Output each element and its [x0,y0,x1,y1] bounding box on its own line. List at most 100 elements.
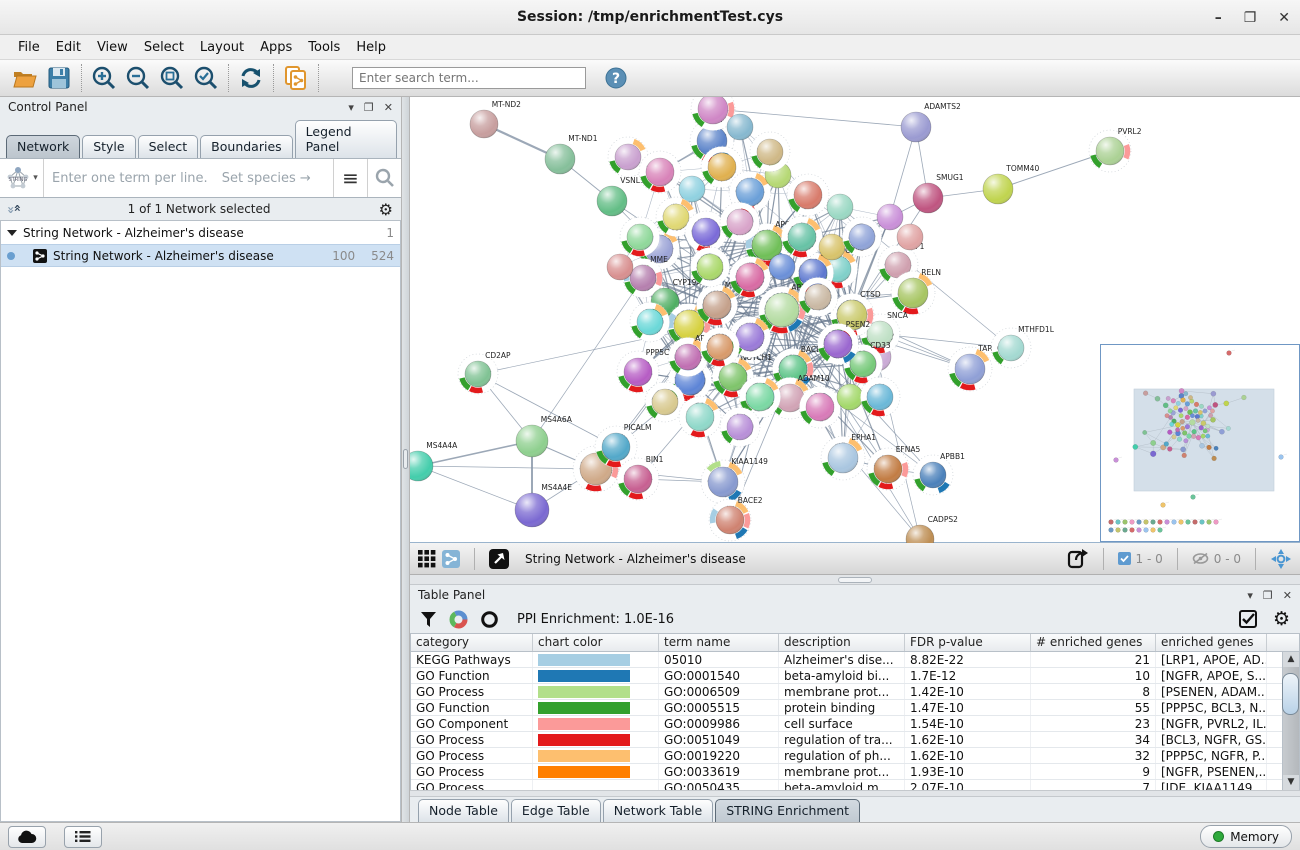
search-input[interactable] [352,67,586,89]
string-options-icon[interactable]: ≡ [333,159,367,197]
string-search-icon[interactable] [367,159,401,197]
zoom-selected-icon[interactable] [189,63,223,93]
copy-network-icon[interactable] [279,63,313,93]
tab-network-table[interactable]: Network Table [603,799,714,822]
menu-edit[interactable]: Edit [48,37,89,58]
table-row[interactable]: GO ProcessGO:0033619membrane prot...1.93… [411,764,1299,780]
tab-string-enrichment[interactable]: STRING Enrichment [715,799,860,822]
zoom-out-icon[interactable] [121,63,155,93]
tab-network[interactable]: Network [6,135,80,158]
tab-style[interactable]: Style [82,135,135,158]
scroll-down-icon[interactable]: ▼ [1288,775,1295,790]
minimize-button[interactable]: – [1215,10,1222,26]
close-button[interactable]: ✕ [1278,10,1290,26]
cell-fdr: 1.54E-10 [905,716,1031,731]
panel-divider-handle[interactable] [403,449,408,469]
collection-expander-icon[interactable] [7,230,17,236]
cell-fdr: 1.93E-10 [905,764,1031,779]
network-canvas[interactable]: MT-ND2MT-ND1VSNL1GAB2ADAMTS2SMUG1TOMM40P… [410,97,1300,543]
table-row[interactable]: KEGG Pathways05010Alzheimer's dise...8.8… [411,652,1299,668]
title-bar: Session: /tmp/enrichmentTest.cys – ❐ ✕ [0,0,1300,35]
network-row[interactable]: String Network - Alzheimer's disease 100… [1,244,400,267]
maximize-button[interactable]: ❐ [1244,10,1257,26]
table-panel-float-icon[interactable]: ❐ [1263,589,1273,602]
task-history-button[interactable] [64,826,102,848]
svg-text:EFNA5: EFNA5 [896,445,921,454]
birdseye-overview[interactable] [1100,344,1300,542]
svg-text:SMUG1: SMUG1 [936,173,964,182]
column-header-termname[interactable]: term name [659,634,779,651]
table-panel-menu-icon[interactable]: ▾ [1247,589,1253,602]
menu-tools[interactable]: Tools [300,37,348,58]
menu-layout[interactable]: Layout [192,37,252,58]
column-header-enrichedgenes[interactable]: enriched genes [1156,634,1267,651]
filter-icon[interactable] [420,611,437,628]
memory-button[interactable]: Memory [1200,825,1292,848]
select-columns-icon[interactable] [1239,610,1257,628]
string-panel-icon[interactable] [442,550,460,568]
enrichment-toolbar: PPI Enrichment: 1.0E-16 ⚙ [410,605,1300,633]
cloud-tasks-button[interactable] [8,826,46,848]
scroll-up-icon[interactable]: ▲ [1288,652,1295,667]
chart-donut-icon[interactable] [449,610,468,629]
table-panel-splitter[interactable] [410,575,1300,585]
zoom-in-icon[interactable] [87,63,121,93]
menu-select[interactable]: Select [136,37,192,58]
column-header-category[interactable]: category [411,634,533,651]
table-row[interactable]: GO ProcessGO:0050435beta-amyloid m...2.0… [411,780,1299,790]
export-network-icon[interactable] [1067,548,1089,570]
svg-text:CTSD: CTSD [860,290,881,299]
tab-edge-table[interactable]: Edge Table [511,799,601,822]
grid-view-icon[interactable] [418,550,436,568]
column-header-chartcolor[interactable]: chart color [533,634,659,651]
tab-select[interactable]: Select [138,135,199,158]
tab-legend-panel[interactable]: Legend Panel [295,120,397,158]
ring-icon[interactable] [480,610,499,629]
help-icon[interactable]: ? [604,66,628,90]
collection-row[interactable]: String Network - Alzheimer's disease 1 [1,221,400,244]
refresh-icon[interactable] [234,63,268,93]
control-panel-tabs: NetworkStyleSelectBoundariesLegend Panel [0,117,401,158]
network-name: String Network - Alzheimer's disease [53,249,326,263]
string-logo-icon[interactable]: STRING ▾ [0,159,44,197]
tab-node-table[interactable]: Node Table [418,799,509,822]
panel-divider[interactable] [402,97,410,822]
open-in-window-icon[interactable] [489,549,509,569]
column-header-enrichedgenes[interactable]: # enriched genes [1031,634,1156,651]
column-header-description[interactable]: description [779,634,905,651]
zoom-fit-icon[interactable] [155,63,189,93]
menu-file[interactable]: File [10,37,48,58]
network-view-toolbar: String Network - Alzheimer's disease 1 -… [410,543,1300,575]
tab-boundaries[interactable]: Boundaries [200,135,292,158]
panel-close-icon[interactable]: ✕ [384,101,393,114]
svg-text:MME: MME [650,255,668,264]
network-options-gear-icon[interactable]: ⚙ [379,200,393,219]
cell-chart-color [533,700,659,715]
menu-view[interactable]: View [89,37,136,58]
cell-genes: [PPP5C, NGFR, P... [1156,748,1267,763]
menu-help[interactable]: Help [348,37,394,58]
panel-menu-icon[interactable]: ▾ [348,101,354,114]
splitter-handle[interactable] [838,577,872,583]
cell-term-name: 05010 [659,652,779,667]
panel-float-icon[interactable]: ❐ [364,101,374,114]
string-term-input[interactable]: Enter one term per line. Set species → [44,171,333,186]
table-row[interactable]: GO ProcessGO:0051049regulation of tra...… [411,732,1299,748]
chart-color-swatch [538,718,630,730]
save-session-icon[interactable] [42,63,76,93]
open-session-icon[interactable] [8,63,42,93]
pan-compass-icon[interactable] [1270,548,1292,570]
table-row[interactable]: GO ProcessGO:0019220regulation of ph...1… [411,748,1299,764]
menu-apps[interactable]: Apps [252,37,300,58]
table-scrollbar[interactable]: ▲ ▼ [1282,652,1299,790]
species-hint: Set species → [222,171,311,186]
table-row[interactable]: GO FunctionGO:0005515protein binding1.47… [411,700,1299,716]
table-panel-close-icon[interactable]: ✕ [1283,589,1292,602]
table-row[interactable]: GO ComponentGO:0009986cell surface1.54E-… [411,716,1299,732]
scrollbar-thumb[interactable] [1282,673,1299,715]
column-header-FDRp-value[interactable]: FDR p-value [905,634,1031,651]
table-settings-gear-icon[interactable]: ⚙ [1273,608,1290,630]
table-row[interactable]: GO ProcessGO:0006509membrane prot...1.42… [411,684,1299,700]
table-row[interactable]: GO FunctionGO:0001540beta-amyloid bi...1… [411,668,1299,684]
expand-all-icon[interactable]: » [10,206,24,212]
